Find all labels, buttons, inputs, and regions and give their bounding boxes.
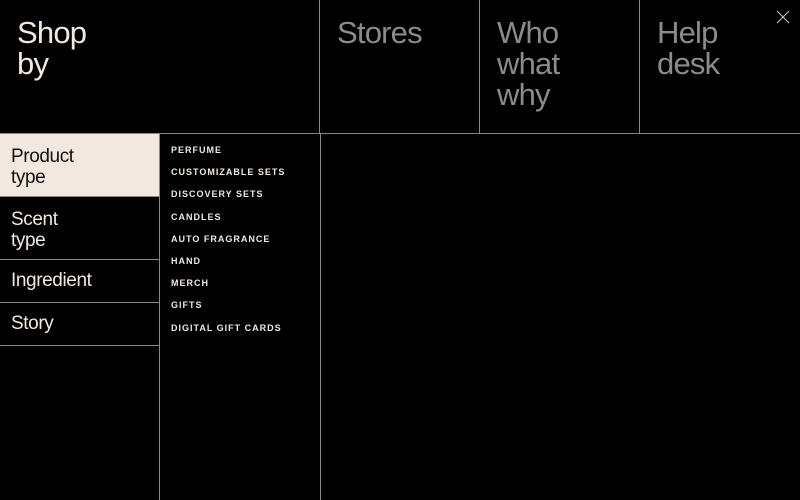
subcategory-list: Perfume Customizable Sets Discovery Sets… <box>171 134 319 334</box>
nav-help-desk-link[interactable]: Help desk <box>657 17 720 79</box>
column-divider <box>159 134 160 500</box>
column-divider <box>320 134 321 500</box>
top-navigation: Shop by Stores Who what why Help desk <box>0 0 800 134</box>
subcategory-digital-gift-cards[interactable]: Digital Gift Cards <box>171 312 319 334</box>
category-story[interactable]: Story <box>0 303 160 346</box>
nav-who-what-why[interactable]: Who what why <box>480 0 640 133</box>
category-scent-type[interactable]: Scent type <box>0 197 160 260</box>
nav-stores[interactable]: Stores <box>320 0 480 133</box>
category-ingredient[interactable]: Ingredient <box>0 260 160 303</box>
close-icon <box>776 10 790 24</box>
shop-by-panel: Shop by <box>0 0 320 133</box>
subcategory-candles[interactable]: Candles <box>171 201 319 223</box>
subcategory-gifts[interactable]: Gifts <box>171 289 319 311</box>
nav-stores-link[interactable]: Stores <box>337 17 423 48</box>
category-list: Product type Scent type Ingredient Story <box>0 134 160 346</box>
subcategory-auto-fragrance[interactable]: Auto Fragrance <box>171 223 319 245</box>
close-button[interactable] <box>776 10 790 24</box>
category-product-type[interactable]: Product type <box>0 134 160 197</box>
subcategory-discovery-sets[interactable]: Discovery Sets <box>171 178 319 200</box>
nav-who-what-why-link[interactable]: Who what why <box>497 17 560 110</box>
subcategory-hand[interactable]: Hand <box>171 245 319 267</box>
subcategory-customizable-sets[interactable]: Customizable Sets <box>171 156 319 178</box>
subcategory-merch[interactable]: Merch <box>171 267 319 289</box>
shop-by-title: Shop by <box>17 15 87 81</box>
subcategory-perfume[interactable]: Perfume <box>171 134 319 156</box>
